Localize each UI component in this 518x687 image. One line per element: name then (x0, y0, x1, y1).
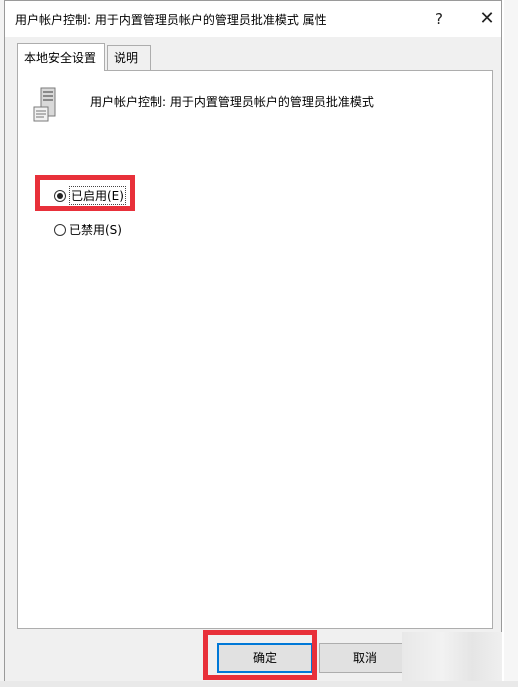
help-button[interactable]: ? (419, 5, 459, 33)
background-window-edge-right (504, 0, 518, 687)
blurred-area (402, 632, 502, 682)
properties-dialog: 用户帐户控制: 用于内置管理员帐户的管理员批准模式 属性 ? ✕ 本地安全设置 … (4, 0, 502, 682)
tab-local-security-setting[interactable]: 本地安全设置 (17, 43, 105, 71)
disabled-label: 已禁用(S) (69, 223, 122, 237)
title-bar: 用户帐户控制: 用于内置管理员帐户的管理员批准模式 属性 ? ✕ (5, 1, 501, 37)
dialog-title: 用户帐户控制: 用于内置管理员帐户的管理员批准模式 属性 (15, 13, 327, 27)
policy-title: 用户帐户控制: 用于内置管理员帐户的管理员批准模式 (90, 95, 374, 109)
close-button[interactable]: ✕ (467, 5, 507, 33)
ok-button[interactable]: 确定 (217, 643, 313, 673)
tab-panel: 用户帐户控制: 用于内置管理员帐户的管理员批准模式 已启用(E) 已禁用(S) (17, 70, 493, 629)
background-window-edge-bottom (0, 681, 518, 687)
enabled-option[interactable]: 已启用(E) (54, 186, 126, 205)
enabled-radio[interactable] (54, 189, 66, 202)
cancel-button[interactable]: 取消 (319, 643, 411, 673)
disabled-option[interactable]: 已禁用(S) (54, 221, 122, 238)
enabled-label: 已启用(E) (69, 186, 126, 205)
tab-explain[interactable]: 说明 (107, 45, 151, 71)
disabled-radio[interactable] (54, 223, 66, 236)
server-icon (33, 87, 56, 122)
